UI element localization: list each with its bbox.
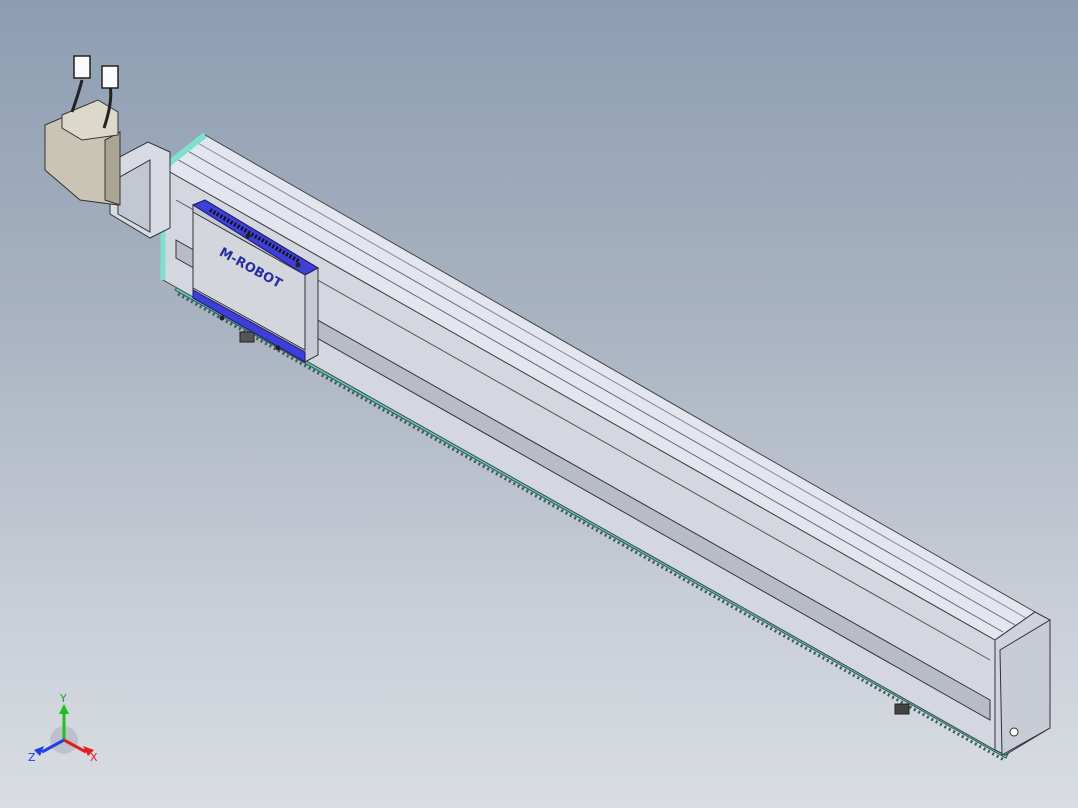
y-axis-label: Y xyxy=(59,692,67,705)
graphics-viewport[interactable]: M-ROBOT Y X Z xyxy=(0,0,1078,808)
end-cap-hole xyxy=(1009,727,1019,737)
linear-actuator-model[interactable]: M-ROBOT xyxy=(0,0,1078,808)
y-axis-arrow xyxy=(59,704,69,714)
profile-groove xyxy=(185,149,1016,626)
profile-groove xyxy=(195,141,1027,619)
z-axis-label: Z xyxy=(28,751,36,764)
motor-face xyxy=(104,131,121,206)
cable-connector xyxy=(73,55,91,79)
carriage-bolt xyxy=(219,315,225,321)
profile-groove xyxy=(174,157,1004,633)
carriage-bolt xyxy=(295,262,301,268)
cable-connector xyxy=(101,65,119,89)
orientation-triad[interactable]: Y X Z xyxy=(22,690,112,770)
profile-top-face xyxy=(162,134,1036,641)
carriage-bolt xyxy=(275,345,281,351)
x-axis-label: X xyxy=(90,751,98,764)
carriage-sensor xyxy=(239,331,255,343)
limit-sensor xyxy=(894,703,910,715)
